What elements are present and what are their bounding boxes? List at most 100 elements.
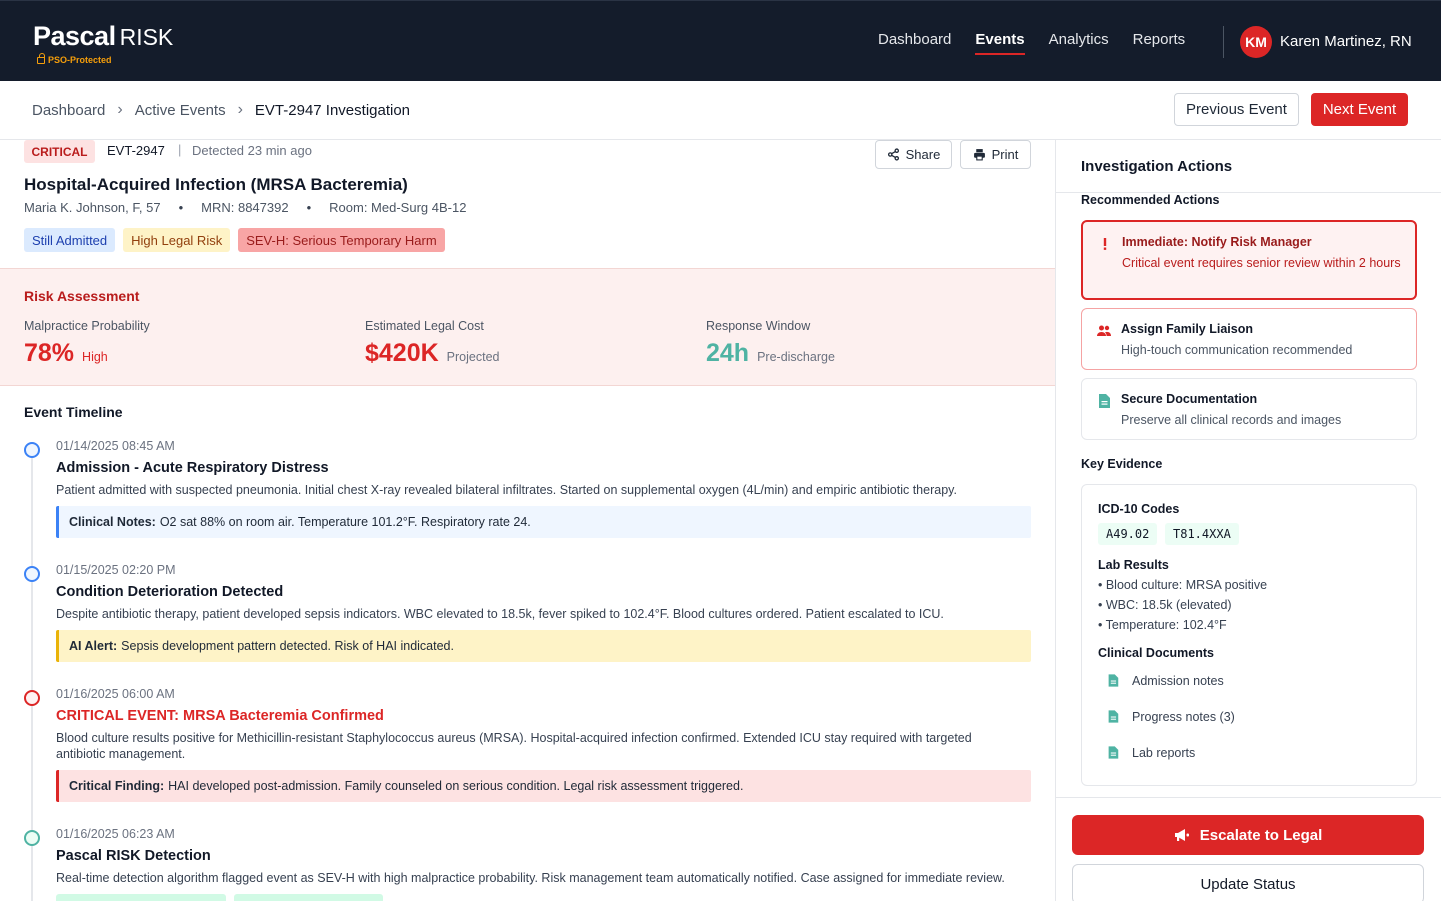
investigation-panel: Investigation Actions Recommended Action…: [1055, 140, 1441, 901]
patient-name: Maria K. Johnson, F, 57: [24, 200, 161, 215]
logo-name: Pascal: [33, 21, 116, 51]
risk-title: Risk Assessment: [24, 288, 140, 304]
tag-still-admitted: Still Admitted: [24, 228, 116, 252]
document-icon: [1108, 746, 1119, 759]
action-secure-documentation[interactable]: Secure Documentation Preserve all clinic…: [1081, 378, 1417, 440]
timeline-time: 01/15/2025 02:20 PM: [56, 563, 176, 577]
header-separator: |: [178, 142, 182, 157]
metric-legal-cost: Estimated Legal Cost $420K Projected: [365, 319, 499, 368]
timeline-time: 01/16/2025 06:00 AM: [56, 687, 175, 701]
timeline-title: Event Timeline: [24, 404, 123, 420]
action-notify-risk-manager[interactable]: Immediate: Notify Risk Manager Critical …: [1081, 220, 1417, 300]
action-description: Critical event requires senior review wi…: [1122, 256, 1401, 270]
metric-label: Response Window: [706, 319, 811, 333]
previous-event-button[interactable]: Previous Event: [1174, 93, 1299, 126]
timeline-dot: [24, 830, 40, 846]
update-status-button[interactable]: Update Status: [1072, 864, 1424, 901]
docs-label: Clinical Documents: [1098, 646, 1214, 660]
timeline-dot: [24, 442, 40, 458]
escalate-label: Escalate to Legal: [1199, 826, 1323, 844]
metric-value: 78%: [24, 339, 75, 367]
escalate-to-legal-button[interactable]: Escalate to Legal: [1072, 815, 1424, 855]
print-button[interactable]: Print: [960, 140, 1031, 169]
lab-result: • Temperature: 102.4°F: [1098, 618, 1227, 632]
share-label: Share: [905, 147, 941, 162]
event-detail: CRITICAL EVT-2947 | Detected 23 min ago …: [0, 140, 1055, 901]
top-nav: Pascal RISK PSO-Protected Dashboard Event…: [0, 0, 1441, 81]
avatar[interactable]: KM: [1240, 26, 1272, 58]
chevron-right-icon: ›: [117, 101, 123, 118]
timeline-description: Patient admitted with suspected pneumoni…: [56, 483, 957, 497]
event-id: EVT-2947: [107, 143, 165, 158]
lab-result: • Blood culture: MRSA positive: [1098, 578, 1268, 592]
timeline-time: 01/14/2025 08:45 AM: [56, 439, 175, 453]
document-name: Lab reports: [1132, 745, 1196, 760]
logo[interactable]: Pascal RISK: [33, 21, 173, 52]
timeline-chip: [56, 894, 226, 901]
metric-label: Estimated Legal Cost: [365, 319, 484, 333]
ai-alert: AI Alert: Sepsis development pattern det…: [56, 630, 1031, 662]
icd-code: T81.4XXA: [1165, 523, 1239, 545]
metric-sub: Projected: [446, 350, 500, 364]
printer-icon: [973, 149, 985, 161]
action-title: Secure Documentation: [1121, 392, 1258, 406]
breadcrumb-bar: Dashboard › Active Events › EVT-2947 Inv…: [0, 81, 1441, 140]
metric-sub: Pre-discharge: [757, 350, 835, 364]
nav-events[interactable]: Events: [975, 31, 1025, 55]
icd-code: A49.02: [1098, 523, 1158, 545]
nav-divider: [1223, 26, 1224, 58]
main-nav: Dashboard Events Analytics Reports: [878, 31, 1185, 55]
document-name: Progress notes (3): [1132, 709, 1235, 724]
next-event-button[interactable]: Next Event: [1311, 93, 1408, 126]
nav-reports[interactable]: Reports: [1133, 31, 1186, 55]
tag-severity: SEV-H: Serious Temporary Harm: [238, 228, 445, 252]
clinical-notes: Clinical Notes: O2 sat 88% on room air. …: [56, 506, 1031, 538]
breadcrumb-current: EVT-2947 Investigation: [254, 101, 411, 119]
note-text: HAI developed post-admission. Family cou…: [168, 779, 744, 793]
note-text: O2 sat 88% on room air. Temperature 101.…: [159, 515, 531, 529]
action-description: Preserve all clinical records and images: [1121, 413, 1342, 427]
event-title: Hospital-Acquired Infection (MRSA Bacter…: [24, 175, 408, 194]
nav-analytics[interactable]: Analytics: [1049, 31, 1109, 55]
timeline-description: Blood culture results positive for Methi…: [56, 731, 972, 761]
note-label: AI Alert:: [69, 639, 118, 653]
timeline-description: Despite antibiotic therapy, patient deve…: [56, 607, 944, 621]
panel-header: Investigation Actions: [1056, 140, 1441, 193]
document-link[interactable]: Admission notes: [1106, 673, 1224, 688]
panel-title: Investigation Actions: [1081, 158, 1233, 175]
share-icon: [887, 148, 899, 161]
note-label: Clinical Notes:: [69, 515, 156, 529]
timeline-time: 01/16/2025 06:23 AM: [56, 827, 175, 841]
breadcrumb: Dashboard › Active Events › EVT-2947 Inv…: [32, 101, 410, 119]
timeline-description: Real-time detection algorithm flagged ev…: [56, 871, 1005, 885]
action-family-liaison[interactable]: Assign Family Liaison High-touch communi…: [1081, 308, 1417, 370]
recommended-label: Recommended Actions: [1081, 193, 1220, 207]
evidence-label: Key Evidence: [1081, 457, 1163, 471]
lab-result: • WBC: 18.5k (elevated): [1098, 598, 1232, 612]
megaphone-icon: [1174, 829, 1189, 841]
risk-assessment: Risk Assessment Malpractice Probability …: [0, 268, 1055, 386]
user-name[interactable]: Karen Martinez, RN: [1280, 33, 1412, 50]
breadcrumb-active-events[interactable]: Active Events: [135, 102, 226, 119]
lock-icon: [37, 52, 45, 64]
document-link[interactable]: Progress notes (3): [1106, 709, 1235, 724]
print-label: Print: [991, 147, 1019, 162]
alert-icon: [1103, 238, 1107, 250]
document-link[interactable]: Lab reports: [1106, 745, 1195, 760]
action-description: High-touch communication recommended: [1121, 343, 1353, 357]
action-title: Assign Family Liaison: [1121, 322, 1253, 336]
logo-suffix: RISK: [119, 24, 174, 50]
breadcrumb-dashboard[interactable]: Dashboard: [32, 102, 105, 119]
tag-legal-risk: High Legal Risk: [123, 228, 231, 252]
timeline-dot: [24, 690, 40, 706]
nav-dashboard[interactable]: Dashboard: [878, 31, 951, 55]
severity-badge: CRITICAL: [24, 140, 95, 163]
timeline-chip: [234, 894, 383, 901]
document-name: Admission notes: [1132, 673, 1224, 688]
key-evidence: ICD-10 Codes A49.02 T81.4XXA Lab Results…: [1081, 484, 1417, 786]
metric-label: Malpractice Probability: [24, 319, 150, 333]
info-dot: •: [178, 200, 184, 215]
patient-info: Maria K. Johnson, F, 57 • MRN: 8847392 •…: [24, 200, 466, 215]
share-button[interactable]: Share: [875, 140, 952, 169]
icd-label: ICD-10 Codes: [1098, 502, 1180, 516]
